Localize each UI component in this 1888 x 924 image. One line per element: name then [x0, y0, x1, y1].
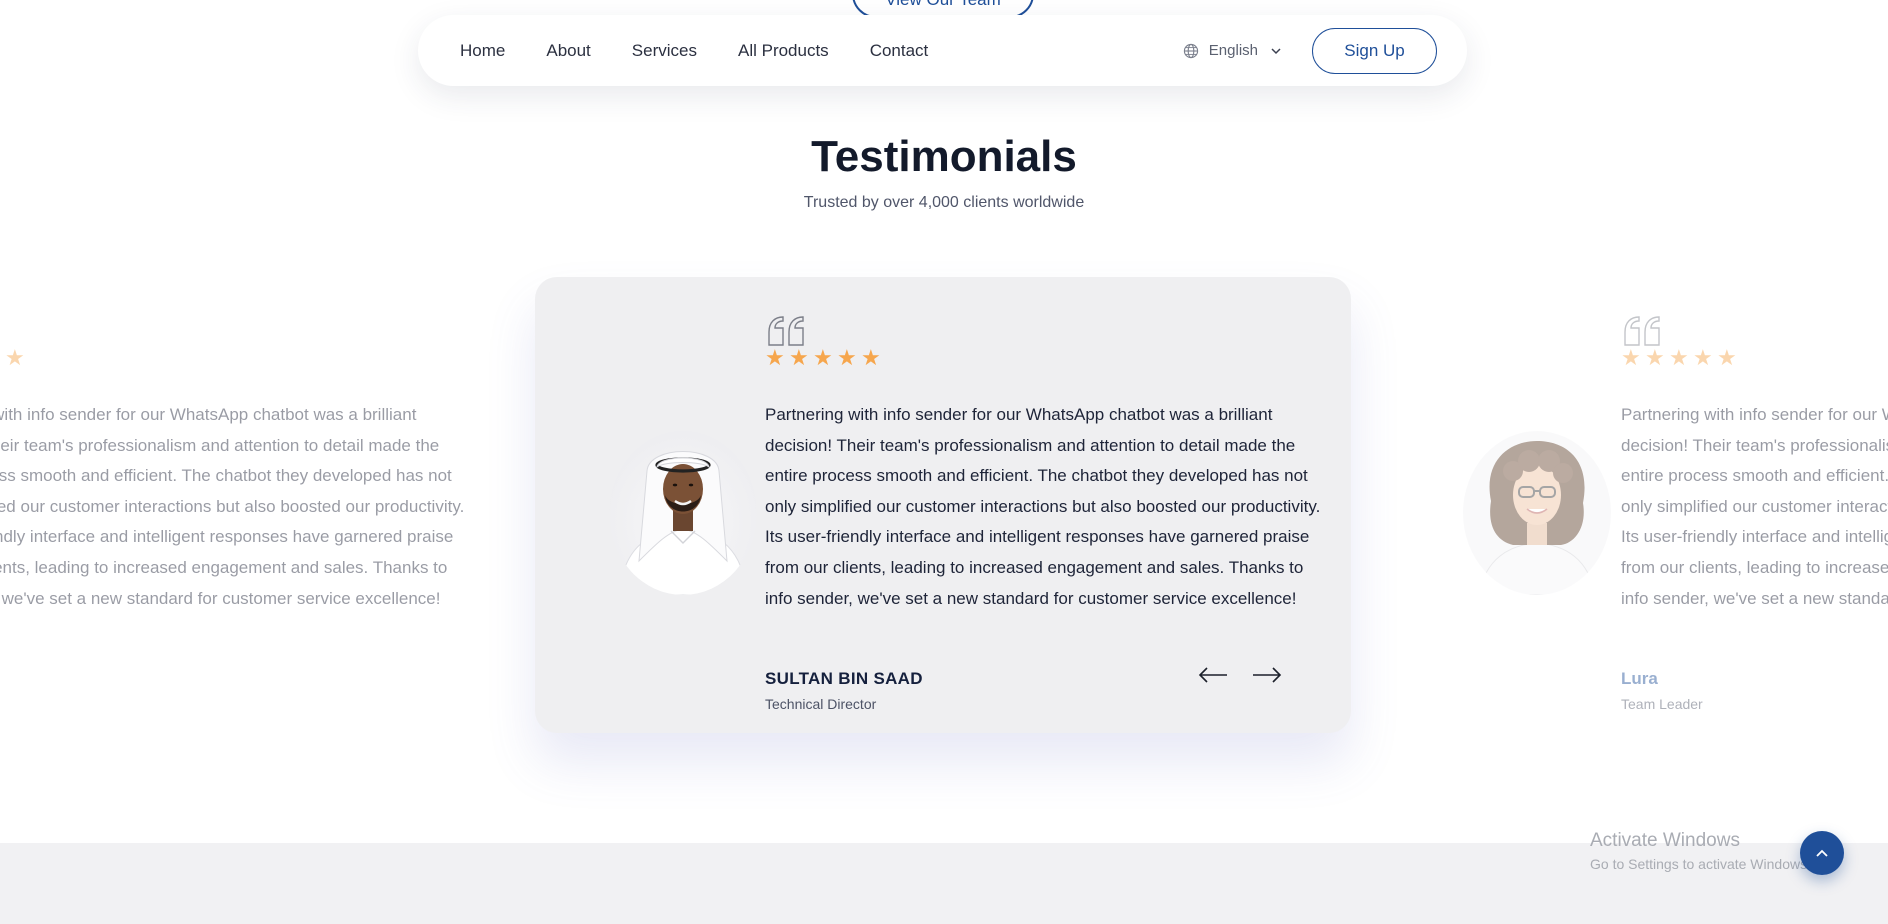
- star-icon: ★: [861, 345, 881, 370]
- sign-up-button[interactable]: Sign Up: [1312, 27, 1437, 74]
- section-subtitle: Trusted by over 4,000 clients worldwide: [803, 194, 1085, 211]
- avatar: [1463, 431, 1611, 595]
- navbar: Home About Services All Products Contact…: [418, 15, 1467, 86]
- rating-stars: ★ ★ ★ ★ ★: [1621, 347, 1741, 369]
- arrow-left-icon: [1198, 667, 1227, 683]
- section-title: Testimonials: [811, 132, 1077, 181]
- testimonial-author-name: Lura: [1621, 669, 1658, 688]
- windows-activation-watermark: Activate Windows Go to Settings to activ…: [1590, 830, 1811, 872]
- nav-item-contact[interactable]: Contact: [870, 41, 929, 61]
- testimonial-card-previous: ★ ★ ★ ★ ★ Partnering with info sender fo…: [0, 277, 495, 733]
- star-icon: ★: [5, 345, 25, 370]
- watermark-title: Activate Windows: [1590, 830, 1740, 851]
- star-icon: ★: [1645, 345, 1665, 370]
- chevron-up-icon: [1816, 849, 1828, 857]
- language-label: English: [1208, 42, 1258, 59]
- star-icon: ★: [837, 345, 857, 370]
- language-selector[interactable]: English: [1183, 42, 1282, 59]
- star-icon: ★: [1693, 345, 1713, 370]
- testimonial-author-role: Technical Director: [765, 696, 877, 712]
- testimonial-card-next: ★ ★ ★ ★ ★ Partnering with info sender fo…: [1391, 277, 1888, 733]
- quote-icon: [768, 316, 804, 346]
- testimonial-author-role: Team Leader: [1621, 696, 1703, 712]
- nav-item-home[interactable]: Home: [460, 41, 505, 61]
- nav-item-about[interactable]: About: [546, 41, 590, 61]
- chevron-down-icon: [1271, 47, 1281, 54]
- avatar: [609, 431, 757, 595]
- arrow-right-icon: [1253, 667, 1282, 683]
- testimonial-author-name: SULTAN BIN SAAD: [765, 669, 923, 688]
- watermark-subtitle: Go to Settings to activate Windows.: [1590, 856, 1811, 872]
- previous-button[interactable]: [1193, 662, 1233, 688]
- star-icon: ★: [1621, 345, 1641, 370]
- nav-item-services[interactable]: Services: [632, 41, 697, 61]
- nav-links: Home About Services All Products Contact: [460, 41, 969, 61]
- nav-item-all-products[interactable]: All Products: [738, 41, 829, 61]
- rating-stars: ★ ★ ★ ★ ★: [765, 347, 885, 369]
- star-icon: ★: [765, 345, 785, 370]
- rating-stars: ★ ★ ★ ★ ★: [0, 347, 29, 369]
- testimonial-card-active: ★ ★ ★ ★ ★ Partnering with info sender fo…: [535, 277, 1351, 733]
- page: View Our Team Home About Services All Pr…: [0, 0, 1888, 924]
- scroll-to-top-button[interactable]: [1800, 831, 1844, 875]
- avatar-image: [609, 431, 757, 595]
- star-icon: ★: [0, 347, 3, 369]
- testimonial-text: Partnering with info sender for our What…: [0, 405, 465, 608]
- star-icon: ★: [1717, 345, 1737, 370]
- star-icon: ★: [1669, 345, 1689, 370]
- star-icon: ★: [813, 345, 833, 370]
- carousel-controls: [1193, 662, 1301, 688]
- globe-icon: [1183, 43, 1198, 58]
- quote-icon: [1624, 316, 1660, 346]
- testimonial-text: Partnering with info sender for our What…: [1621, 405, 1888, 608]
- testimonial-text: Partnering with info sender for our What…: [765, 405, 1321, 608]
- next-button[interactable]: [1247, 662, 1287, 688]
- nav-right: English Sign Up: [1183, 27, 1437, 74]
- star-icon: ★: [789, 345, 809, 370]
- avatar-image: [1463, 431, 1611, 595]
